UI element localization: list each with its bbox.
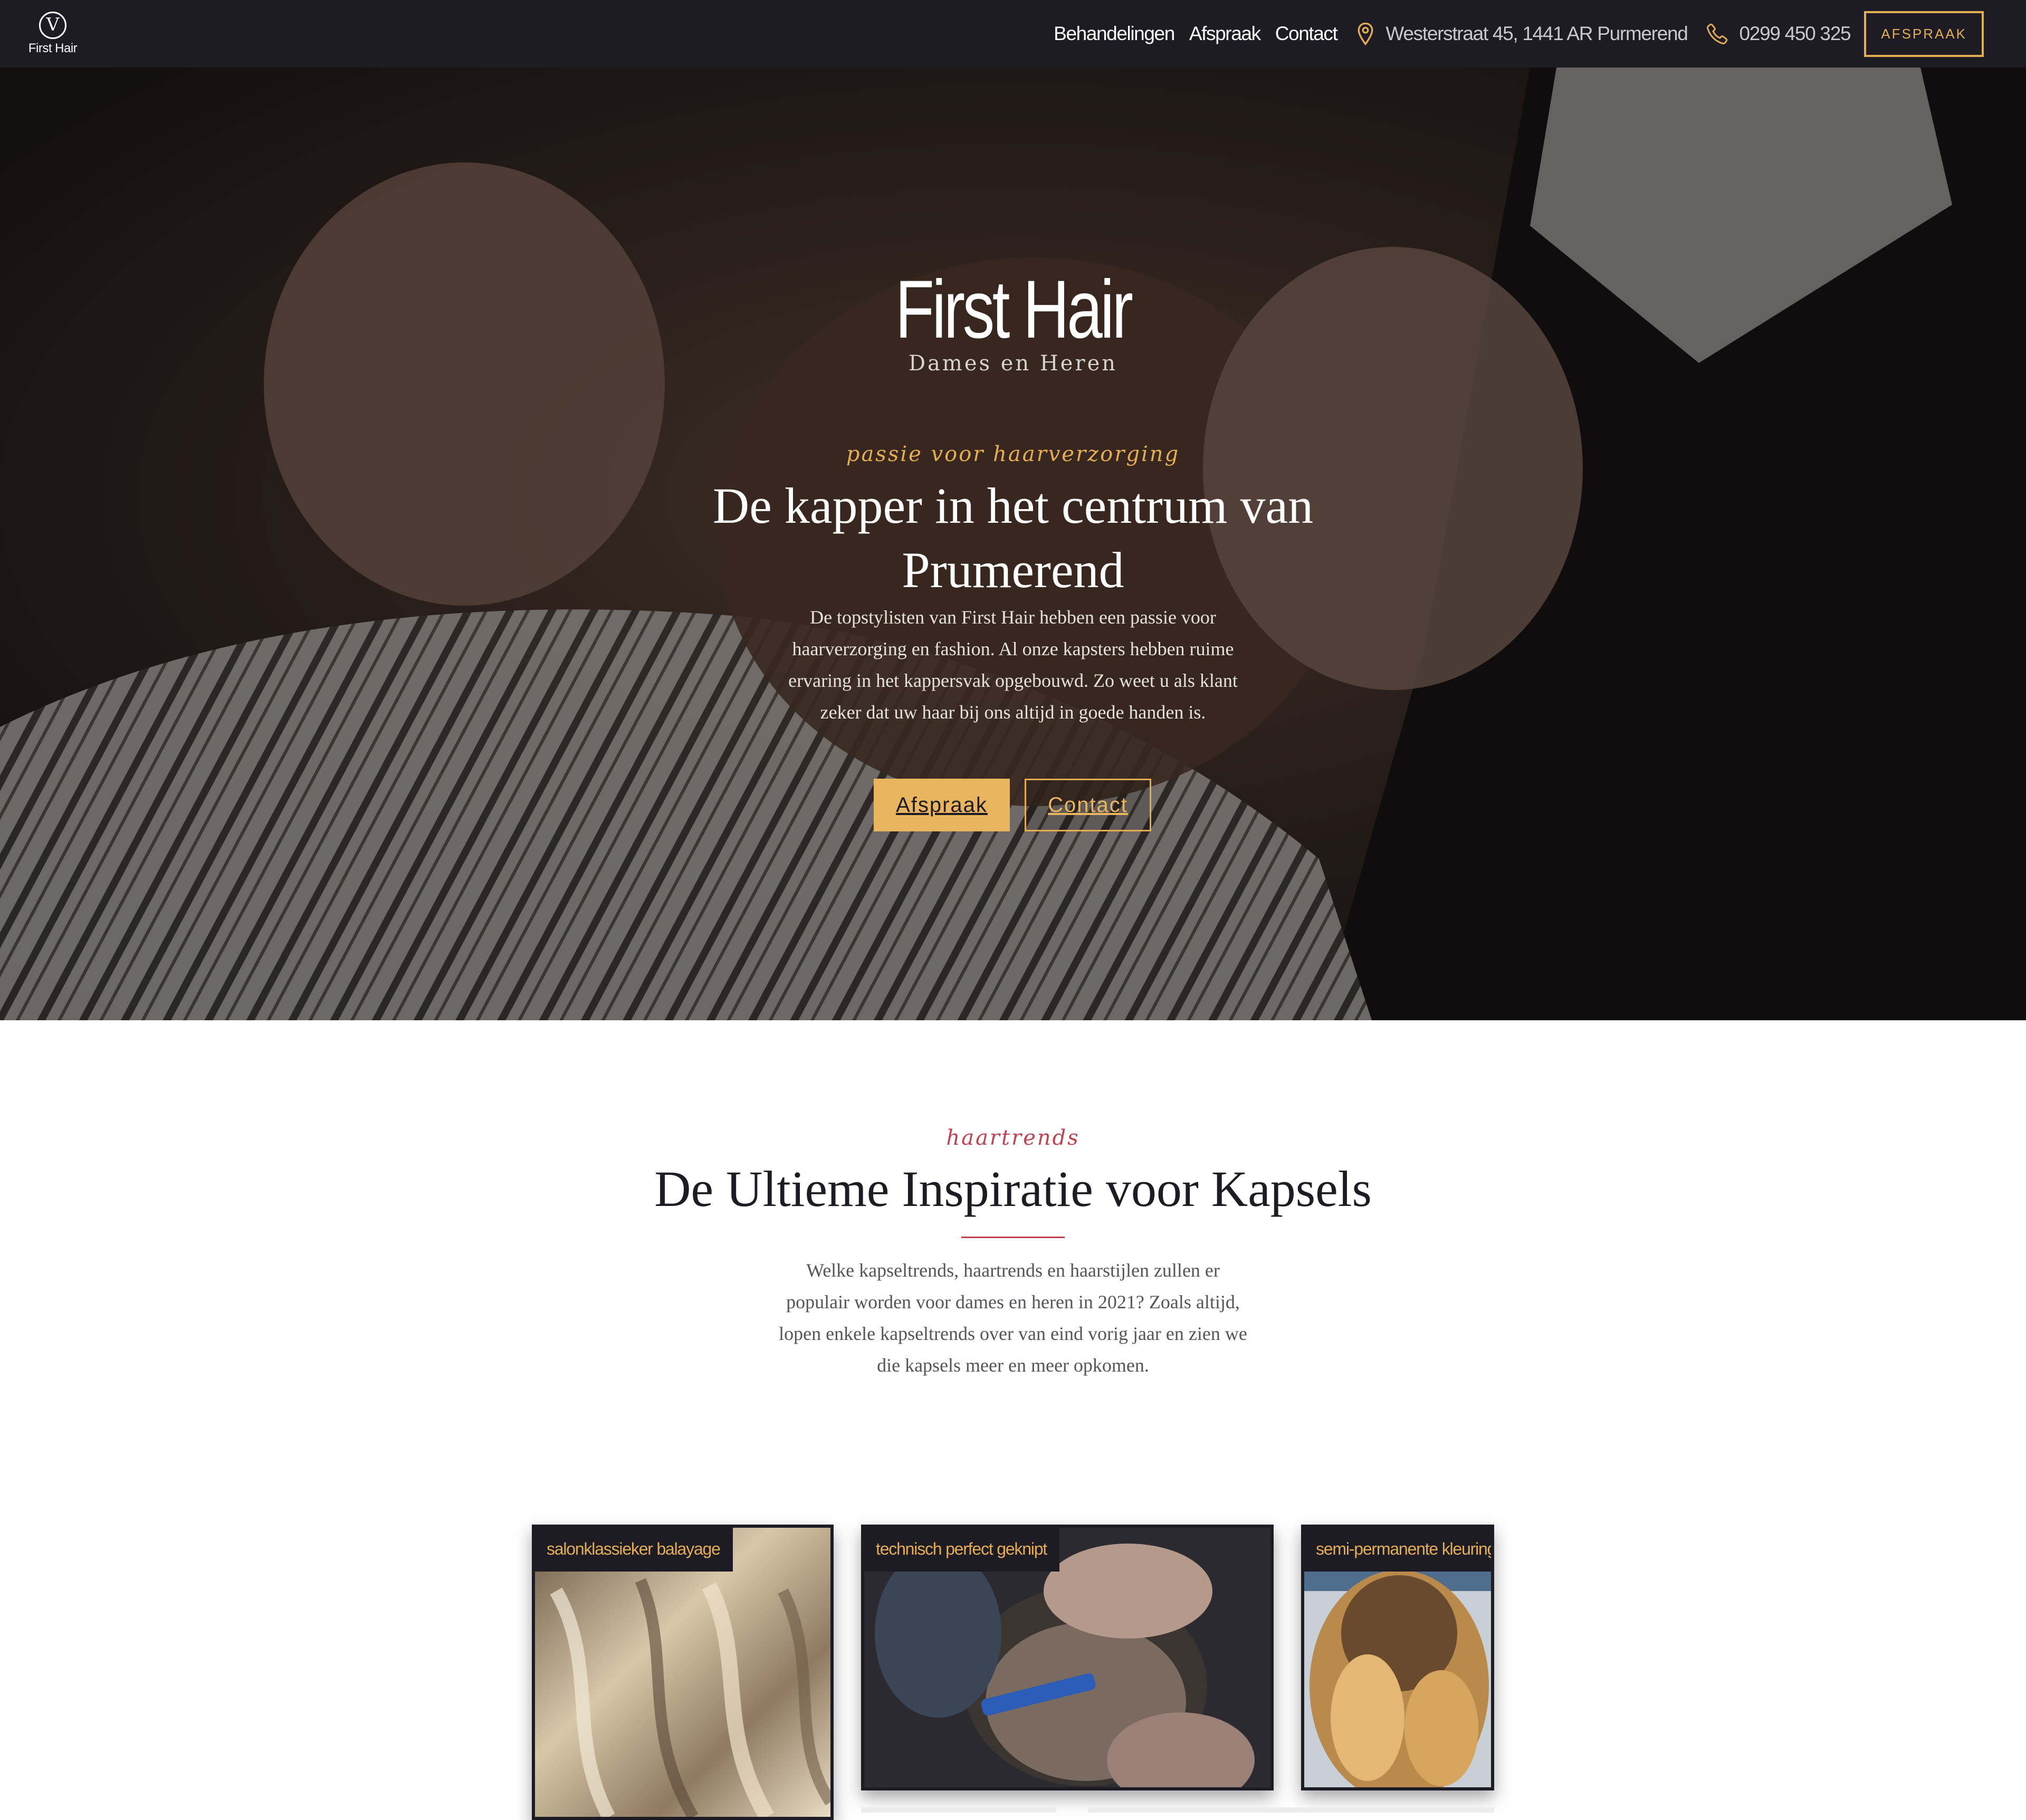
- hero-brand-title: First Hair: [895, 264, 1133, 356]
- card-label-balayage: salonklassieker balayage: [535, 1528, 733, 1572]
- hero-appointment-button[interactable]: Afspraak: [874, 779, 1010, 831]
- location-pin-icon: [1358, 22, 1373, 46]
- address-text: Westerstraat 45, 1441 AR Purmerend: [1385, 23, 1688, 44]
- hairstyle-card-coloring[interactable]: semi-permanente kleuring: [1301, 1525, 1494, 1790]
- phone-icon: [1706, 23, 1727, 45]
- phone-info[interactable]: 0299 450 325: [1706, 22, 1851, 45]
- hero-description: De topstylisten van First Hair hebben ee…: [788, 607, 1238, 723]
- phone-number: 0299 450 325: [1739, 23, 1851, 44]
- hero-kicker: passie voor haarverzorging: [846, 442, 1180, 466]
- inspiration-description: Welke kapseltrends, haartrends en haarst…: [779, 1260, 1247, 1376]
- inspiration-title: De Ultieme Inspiratie voor Kapsels: [654, 1161, 1372, 1217]
- address-info[interactable]: Westerstraat 45, 1441 AR Purmerend: [1356, 22, 1688, 46]
- logo-mark: V: [39, 12, 66, 39]
- hero-section: First Hair Dames en Heren passie voor ha…: [0, 68, 2026, 1020]
- next-card-edge: [861, 1807, 1056, 1813]
- title-divider: [961, 1237, 1065, 1238]
- hairstyle-card-haircut[interactable]: technisch perfect geknipt: [861, 1525, 1274, 1790]
- header-appointment-button[interactable]: AFSPRAAK: [1864, 11, 1984, 57]
- card-label-haircut: technisch perfect geknipt: [864, 1528, 1059, 1572]
- hairstyle-card-balayage[interactable]: salonklassieker balayage: [532, 1525, 834, 1820]
- nav-link-afspraak[interactable]: Afspraak: [1189, 23, 1261, 45]
- logo-text: First Hair: [28, 41, 78, 55]
- next-card-edge: [1088, 1807, 1494, 1813]
- hero-heading: De kapper in het centrum van Prumerend: [712, 477, 1314, 598]
- nav-link-contact[interactable]: Contact: [1275, 23, 1338, 45]
- hero-brand-subtitle: Dames en Heren: [908, 351, 1118, 376]
- site-header: V First Hair Behandelingen Afspraak Cont…: [0, 0, 2026, 68]
- inspiration-kicker: haartrends: [946, 1126, 1080, 1150]
- nav-link-behandelingen[interactable]: Behandelingen: [1054, 23, 1175, 45]
- main-navigation: Behandelingen Afspraak Contact Westerstr…: [1054, 0, 1999, 68]
- hero-contact-button[interactable]: Contact: [1025, 779, 1151, 831]
- card-label-coloring: semi-permanente kleuring: [1304, 1528, 1491, 1572]
- site-logo[interactable]: V First Hair: [25, 12, 80, 59]
